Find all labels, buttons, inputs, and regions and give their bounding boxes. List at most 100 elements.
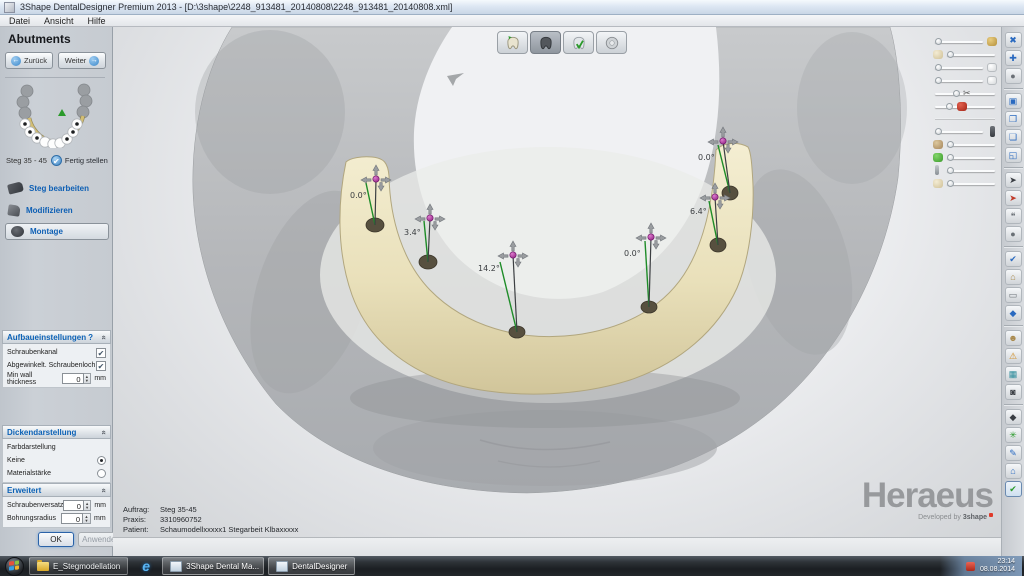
manipulator-ball[interactable] <box>427 215 433 221</box>
blob-view-icon[interactable]: ● <box>1005 226 1022 242</box>
check-tool-icon[interactable]: ✔ <box>1005 251 1022 267</box>
bohrungsradius-input[interactable]: 0 <box>61 513 83 524</box>
schraubenloch-checkbox[interactable]: ✔ <box>96 361 106 371</box>
teeth-white-visibility-slider[interactable] <box>933 61 997 74</box>
zoom-fit-icon[interactable]: ✚ <box>1005 50 1022 66</box>
schraubenversatz-input[interactable]: 0 <box>63 500 84 511</box>
implant-visibility-slider[interactable] <box>933 151 997 164</box>
back-button[interactable]: ← Zurück <box>5 52 53 69</box>
gold-crown-icon <box>987 37 997 46</box>
taskbar-clock[interactable]: 23:14 08.08.2014 <box>980 558 1015 575</box>
collapse-icon[interactable]: « <box>99 335 108 339</box>
setting-label: Schraubenversatz <box>7 502 63 509</box>
setting-row: Schraubenkanal ✔ <box>7 346 106 359</box>
diamond-view-icon[interactable]: ◆ <box>1005 409 1022 425</box>
portrait-icon[interactable]: ☻ <box>1005 330 1022 346</box>
taskbar-window-dentaldesigner[interactable]: DentalDesigner <box>268 557 355 575</box>
annotate-tool-icon[interactable]: ➤ <box>1005 190 1022 206</box>
window-icon <box>170 561 182 572</box>
tool-visibility-slider[interactable] <box>933 177 997 190</box>
model-view-icon[interactable]: ⌂ <box>1005 463 1022 479</box>
finish-button[interactable]: ✔ Fertig stellen <box>51 155 108 166</box>
photo-icon[interactable]: ▦ <box>1005 366 1022 382</box>
pick-tool-icon[interactable]: ➤ <box>1005 172 1022 188</box>
confirm-row: OK Anwenden <box>38 532 124 547</box>
abutment-visibility-slider[interactable] <box>933 138 997 151</box>
back-arrow-icon: ← <box>11 56 21 66</box>
section-header[interactable]: Erweitert « <box>2 483 111 497</box>
tool-montage[interactable]: Montage <box>5 223 109 240</box>
tray-notification-icon[interactable] <box>966 562 975 571</box>
spinner-arrows[interactable]: ▲▼ <box>83 513 91 524</box>
start-button[interactable] <box>5 557 24 576</box>
title-bar[interactable]: 3Shape DentalDesigner Premium 2013 - [D:… <box>0 0 1024 15</box>
crown-gold-visibility-slider[interactable] <box>933 35 997 48</box>
taskbar-explorer-button[interactable]: E_Stegmodellation <box>29 557 128 575</box>
approve-abutment-button[interactable] <box>563 31 594 54</box>
screen-layout-icon[interactable]: ▣ <box>1005 93 1022 109</box>
dental-arch-diagram[interactable] <box>9 82 104 148</box>
ok-button[interactable]: OK <box>38 532 74 547</box>
section-erweitert: Erweitert « Schraubenversatz 0 ▲▼ mm Boh… <box>2 483 111 528</box>
taskbar-ie-button[interactable]: e <box>136 558 156 574</box>
gear-icon <box>11 226 24 237</box>
comment-tool-icon[interactable]: ❝ <box>1005 208 1022 224</box>
gingiva-visibility-slider[interactable] <box>933 74 997 87</box>
keine-radio[interactable] <box>97 456 106 465</box>
help-icon[interactable]: ? <box>88 333 93 342</box>
tool-steg-bearbeiten[interactable]: Steg bearbeiten <box>8 183 89 193</box>
plane-axis-icon[interactable]: ✳ <box>1005 427 1022 443</box>
edit-abutment-button[interactable] <box>530 31 561 54</box>
manipulator-ball[interactable] <box>720 138 726 144</box>
crown-cream-visibility-slider[interactable] <box>933 48 997 61</box>
collapse-icon[interactable]: « <box>99 488 108 492</box>
unit-label: mm <box>94 502 106 509</box>
section-header[interactable]: Aufbaueinstellungen ? « <box>2 330 111 344</box>
load-abutment-button[interactable] <box>497 31 528 54</box>
collapse-icon[interactable]: « <box>99 430 108 434</box>
warning-icon[interactable]: ⚠ <box>1005 348 1022 364</box>
sphere-view-icon[interactable]: ● <box>1005 68 1022 84</box>
order-label: Patient: <box>123 525 160 535</box>
taskbar-window-dental-manager[interactable]: 3Shape Dental Ma... <box>162 557 264 575</box>
approve-tooth-icon[interactable]: ✔ <box>1005 481 1022 497</box>
menu-ansicht[interactable]: Ansicht <box>44 16 74 26</box>
3d-viewport[interactable]: 0.0° 3.4° 14.2° <box>113 27 1001 556</box>
next-button[interactable]: Weiter → <box>58 52 106 69</box>
cut-plane-slider[interactable]: ✂ <box>933 87 997 100</box>
section-header[interactable]: Dickendarstellung « <box>2 425 111 439</box>
wax-red-visibility-slider[interactable] <box>933 100 997 113</box>
camera-icon[interactable]: ◙ <box>1005 384 1022 400</box>
menu-datei[interactable]: Datei <box>9 16 30 26</box>
materialstaerke-radio[interactable] <box>97 469 106 478</box>
spinner-arrows[interactable]: ▲▼ <box>84 373 92 384</box>
unit-label: mm <box>94 515 106 522</box>
manipulator-ball[interactable] <box>712 194 718 200</box>
solid-view-icon[interactable]: ◆ <box>1005 305 1022 321</box>
spinner-arrows[interactable]: ▲▼ <box>84 500 91 511</box>
manipulator-ball[interactable] <box>510 252 516 258</box>
vendor-red-mark-icon <box>989 513 993 517</box>
manipulator-ball[interactable] <box>648 234 654 240</box>
menu-hilfe[interactable]: Hilfe <box>88 16 106 26</box>
heraeus-logo: Heraeus <box>862 479 993 513</box>
finish-label: Fertig stellen <box>65 156 108 165</box>
close-view-icon[interactable]: ✖ <box>1005 32 1022 48</box>
screw-visibility-slider[interactable] <box>933 125 997 138</box>
model-home-icon[interactable]: ⌂ <box>1005 269 1022 285</box>
pin-visibility-slider[interactable] <box>933 164 997 177</box>
tool-modifizieren[interactable]: Modifizieren <box>8 205 73 216</box>
frame-view-icon[interactable]: ▭ <box>1005 287 1022 303</box>
manipulator-ball[interactable] <box>373 176 379 182</box>
section-aufbaueinstellungen: Aufbaueinstellungen ? « Schraubenkanal ✔… <box>2 330 111 388</box>
mill-disc-button[interactable] <box>596 31 627 54</box>
copy-view-icon[interactable]: ❐ <box>1005 111 1022 127</box>
schraubenkanal-checkbox[interactable]: ✔ <box>96 348 106 358</box>
duplicate-view-icon[interactable]: ❏ <box>1005 129 1022 145</box>
min-wall-input[interactable]: 0 <box>62 373 84 384</box>
order-value: Schaumodellxxxxx1 Stegarbeit Klbaxxxxx <box>160 525 298 535</box>
export-view-icon[interactable]: ◱ <box>1005 147 1022 163</box>
vendor-name: 3shape <box>963 514 987 521</box>
pen-tool-icon[interactable]: ✎ <box>1005 445 1022 461</box>
strip-divider <box>1004 88 1023 89</box>
